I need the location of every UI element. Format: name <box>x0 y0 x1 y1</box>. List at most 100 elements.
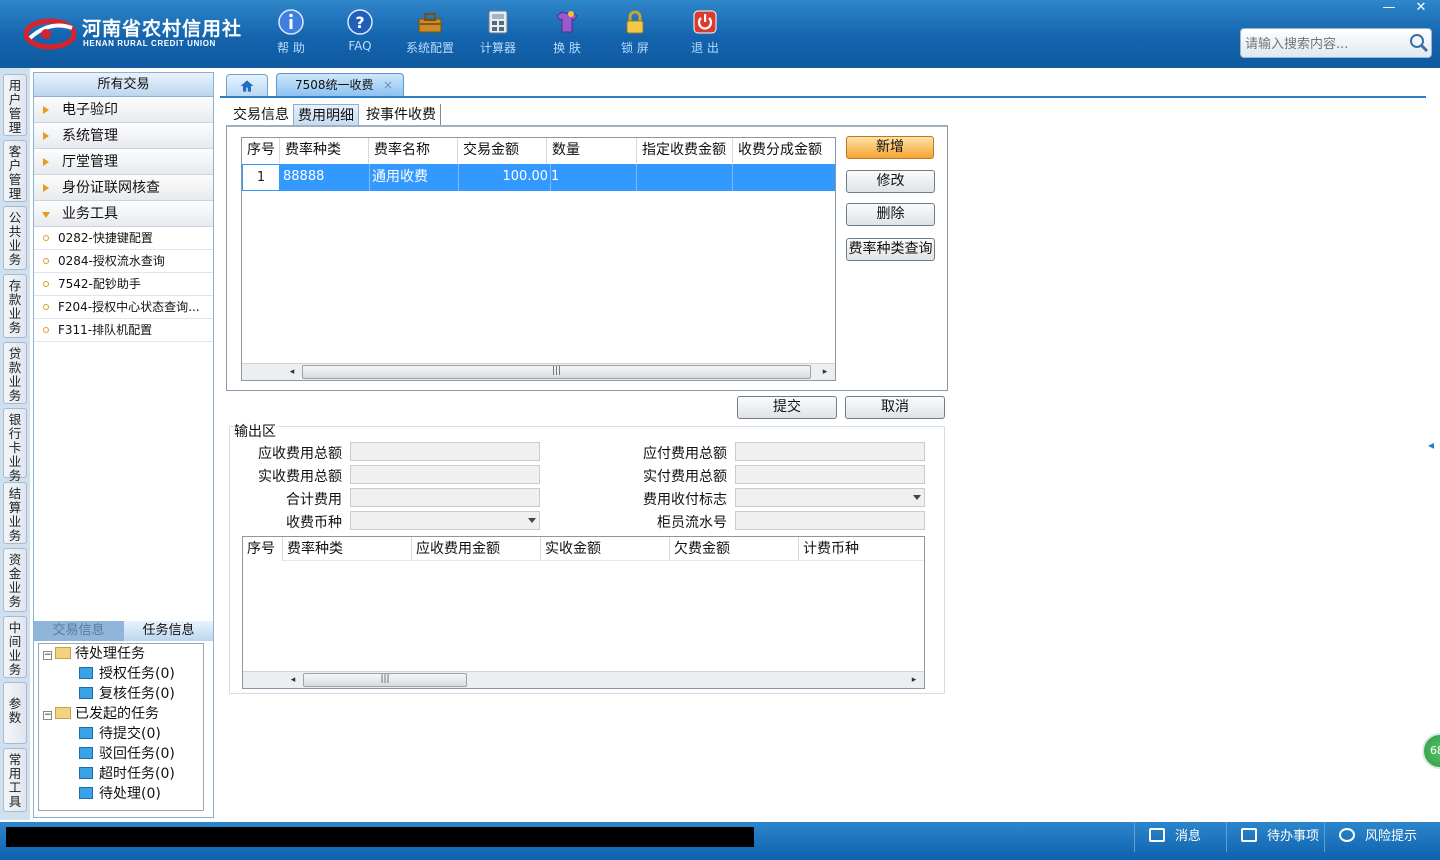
payable-total-field[interactable] <box>735 442 925 461</box>
risk-alert-button[interactable]: 风险提示 <box>1324 822 1440 852</box>
module-tab-settlement[interactable]: 结算业务 <box>3 482 27 544</box>
scroll-left-icon[interactable]: ◂ <box>288 675 298 686</box>
tree-node-started[interactable]: − 已发起的任务 <box>43 704 159 724</box>
search-input[interactable] <box>1245 35 1405 53</box>
receivable-total-field[interactable] <box>350 442 540 461</box>
category-business-tools[interactable]: 业务工具 <box>34 201 213 227</box>
scroll-left-icon[interactable]: ◂ <box>287 367 297 378</box>
table-row[interactable]: 1 88888 通用收费 100.00 1 <box>242 164 835 191</box>
submit-button[interactable]: 提交 <box>737 396 837 419</box>
collapse-toggle-icon[interactable]: − <box>43 711 52 720</box>
scroll-thumb[interactable]: ||| <box>303 673 467 687</box>
module-tab-loan[interactable]: 贷款业务 <box>3 342 27 404</box>
teller-serial-field[interactable] <box>735 511 925 530</box>
sidebar-item-f311[interactable]: F311-排队机配置 <box>34 319 213 342</box>
column-header[interactable]: 数量 <box>547 138 637 163</box>
column-header[interactable]: 费率种类 <box>280 138 369 163</box>
module-tab-deposit[interactable]: 存款业务 <box>3 274 27 338</box>
search-icon[interactable] <box>1409 33 1429 53</box>
module-tabs: 用户管理 客户管理 公共业务 存款业务 贷款业务 银行卡业务 结算业务 资金业务… <box>0 68 30 820</box>
tree-node-to-submit[interactable]: 待提交(0) <box>79 724 161 744</box>
fee-direction-select[interactable] <box>735 488 925 507</box>
row-number-cell: 1 <box>242 164 280 191</box>
sidebar-item-0282[interactable]: 0282-快捷键配置 <box>34 227 213 250</box>
tree-node-rejected[interactable]: 驳回任务(0) <box>79 744 175 764</box>
module-tab-funds[interactable]: 资金业务 <box>3 548 27 612</box>
amount-cell: 100.00 <box>459 164 551 191</box>
collapse-arrow-icon <box>42 212 50 218</box>
category-hall-management[interactable]: 厅堂管理 <box>34 149 213 175</box>
column-header[interactable]: 欠费金额 <box>670 537 799 561</box>
todo-button[interactable]: 待办事项 <box>1226 822 1324 852</box>
collapse-toggle-icon[interactable]: − <box>43 651 52 660</box>
collapse-right-panel-icon[interactable]: ◂ <box>1428 430 1440 460</box>
scroll-right-icon[interactable]: ▸ <box>820 367 830 378</box>
column-header[interactable]: 收费分成金额 <box>733 138 835 163</box>
horizontal-scrollbar[interactable]: ◂ ||| ▸ <box>243 671 924 688</box>
column-header[interactable]: 序号 <box>242 138 280 163</box>
module-tab-common-tools[interactable]: 常用工具 <box>3 748 27 812</box>
tab-task-info[interactable]: 任务信息 <box>124 621 213 641</box>
shirt-icon <box>556 11 578 33</box>
subtab-transaction-info[interactable]: 交易信息 <box>229 104 293 126</box>
faq-button[interactable]: ? FAQ <box>330 9 390 63</box>
received-total-field[interactable] <box>350 465 540 484</box>
subtab-event-charge[interactable]: 按事件收费 <box>362 104 441 126</box>
column-header[interactable]: 交易金额 <box>458 138 547 163</box>
rate-type-query-button[interactable]: 费率种类查询 <box>846 238 935 261</box>
logo-english-text: HENAN RURAL CREDIT UNION <box>83 39 216 48</box>
subtab-fee-details[interactable]: 费用明细 <box>293 104 359 126</box>
home-tab[interactable] <box>226 74 268 96</box>
paid-total-label: 实付费用总额 <box>643 469 727 485</box>
column-header[interactable]: 费率名称 <box>369 138 458 163</box>
floating-badge[interactable]: 68 <box>1422 733 1440 769</box>
add-button[interactable]: 新增 <box>846 136 934 159</box>
system-config-button[interactable]: 系统配置 <box>400 9 460 63</box>
module-tab-bank-card[interactable]: 银行卡业务 <box>3 408 27 483</box>
scroll-thumb[interactable]: ||| <box>302 365 811 379</box>
module-tab-public-business[interactable]: 公共业务 <box>3 206 27 270</box>
sidebar-item-f204[interactable]: F204-授权中心状态查询... <box>34 296 213 319</box>
column-header[interactable]: 计费币种 <box>799 537 924 561</box>
close-tab-icon[interactable]: × <box>383 74 393 96</box>
lock-screen-button[interactable]: 锁 屏 <box>605 9 665 63</box>
total-fee-field[interactable] <box>350 488 540 507</box>
tree-node-timeout[interactable]: 超时任务(0) <box>79 764 175 784</box>
category-system-management[interactable]: 系统管理 <box>34 123 213 149</box>
column-header[interactable]: 应收费用金额 <box>412 537 541 561</box>
delete-button[interactable]: 删除 <box>846 203 935 226</box>
column-header[interactable]: 实收金额 <box>541 537 670 561</box>
tab-7508-unified-charge[interactable]: 7508统一收费 × <box>276 73 404 96</box>
paid-total-field[interactable] <box>735 465 925 484</box>
currency-select[interactable] <box>350 511 540 530</box>
sidebar-item-0284[interactable]: 0284-授权流水查询 <box>34 250 213 273</box>
transaction-sidebar: 所有交易 电子验印 系统管理 厅堂管理 身份证联网核查 业务工具 0282-快捷… <box>33 72 214 818</box>
module-tab-parameters[interactable]: 参数 <box>3 682 27 744</box>
module-tab-intermediary[interactable]: 中间业务 <box>3 616 27 678</box>
edit-button[interactable]: 修改 <box>846 170 935 193</box>
column-header[interactable]: 费率种类 <box>283 537 412 561</box>
column-header[interactable]: 指定收费金额 <box>637 138 733 163</box>
sidebar-title: 所有交易 <box>34 73 213 97</box>
change-skin-button[interactable]: 换 肤 <box>537 9 597 63</box>
scroll-right-icon[interactable]: ▸ <box>909 675 919 686</box>
horizontal-scrollbar[interactable]: ◂ ||| ▸ <box>242 363 835 380</box>
tree-node-to-process[interactable]: 待处理(0) <box>79 784 161 804</box>
exit-button[interactable]: 退 出 <box>675 9 735 63</box>
module-tab-user-management[interactable]: 用户管理 <box>3 74 27 136</box>
category-seal-verification[interactable]: 电子验印 <box>34 97 213 123</box>
category-id-verification[interactable]: 身份证联网核查 <box>34 175 213 201</box>
module-tab-customer-management[interactable]: 客户管理 <box>3 140 27 202</box>
column-header[interactable]: 序号 <box>243 537 283 561</box>
close-window-button[interactable]: ✕ <box>1406 0 1436 18</box>
calculator-button[interactable]: 计算器 <box>468 9 528 63</box>
help-button[interactable]: 帮 助 <box>261 9 321 63</box>
tab-transaction-info[interactable]: 交易信息 <box>34 621 123 641</box>
tree-node-pending[interactable]: − 待处理任务 <box>43 644 145 664</box>
minimize-button[interactable]: — <box>1374 0 1404 18</box>
tree-node-authorize[interactable]: 授权任务(0) <box>79 664 175 684</box>
tree-node-review[interactable]: 复核任务(0) <box>79 684 175 704</box>
sidebar-item-7542[interactable]: 7542-配钞助手 <box>34 273 213 296</box>
messages-button[interactable]: 消息 <box>1134 822 1226 852</box>
cancel-button[interactable]: 取消 <box>845 396 945 419</box>
